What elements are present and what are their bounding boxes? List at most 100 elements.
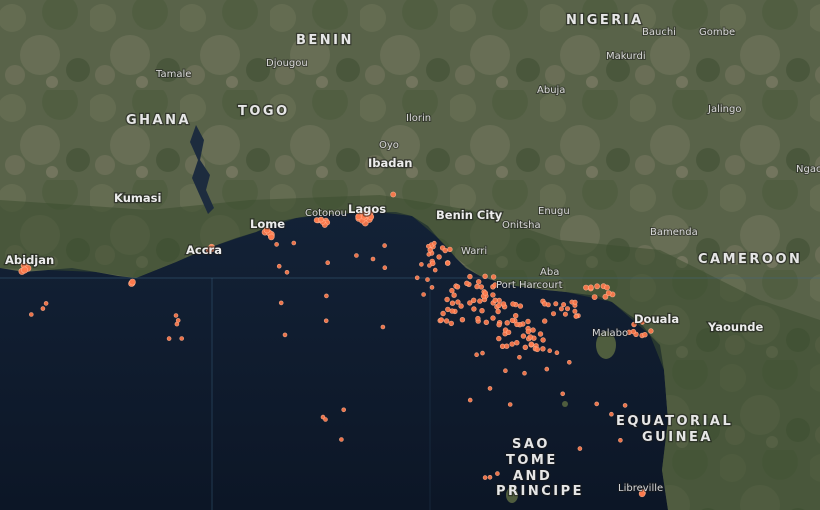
incident-marker[interactable] xyxy=(588,284,594,291)
incident-marker[interactable] xyxy=(480,350,485,356)
incident-marker[interactable] xyxy=(540,337,546,343)
incident-marker[interactable] xyxy=(594,401,600,407)
incident-marker[interactable] xyxy=(520,333,527,339)
incident-marker[interactable] xyxy=(274,242,279,247)
incident-marker[interactable] xyxy=(505,329,512,335)
incident-marker[interactable] xyxy=(474,352,479,358)
incident-marker[interactable] xyxy=(467,273,473,280)
incident-marker[interactable] xyxy=(454,284,461,290)
incident-marker[interactable] xyxy=(382,243,387,248)
incident-marker[interactable] xyxy=(380,324,386,330)
incident-marker[interactable] xyxy=(487,386,493,391)
incident-marker[interactable] xyxy=(445,306,451,313)
incident-marker[interactable] xyxy=(573,313,579,319)
incident-marker[interactable] xyxy=(504,320,510,326)
incident-marker[interactable] xyxy=(175,318,181,323)
incident-marker[interactable] xyxy=(572,308,578,314)
incident-marker[interactable] xyxy=(449,308,455,314)
incident-marker[interactable] xyxy=(451,292,457,298)
incident-marker[interactable] xyxy=(479,308,485,314)
incident-marker[interactable] xyxy=(537,331,544,337)
incident-marker[interactable] xyxy=(583,284,589,291)
incident-marker[interactable] xyxy=(534,346,540,353)
incident-marker[interactable] xyxy=(436,254,442,260)
incident-marker[interactable] xyxy=(609,411,614,417)
incident-marker[interactable] xyxy=(496,322,502,328)
incident-marker[interactable] xyxy=(562,311,568,317)
incident-marker[interactable] xyxy=(21,266,29,274)
incident-marker[interactable] xyxy=(496,302,502,309)
incident-marker[interactable] xyxy=(622,403,628,408)
incident-marker[interactable] xyxy=(540,346,546,352)
incident-marker[interactable] xyxy=(429,285,435,290)
incident-marker[interactable] xyxy=(558,306,564,312)
incident-marker[interactable] xyxy=(291,240,297,246)
incident-marker[interactable] xyxy=(509,341,515,347)
incident-marker[interactable] xyxy=(325,260,331,266)
incident-marker[interactable] xyxy=(564,306,570,312)
incident-marker[interactable] xyxy=(129,278,136,286)
incident-marker[interactable] xyxy=(442,247,448,254)
incident-marker[interactable] xyxy=(517,354,522,360)
incident-marker[interactable] xyxy=(425,277,430,282)
incident-marker[interactable] xyxy=(482,290,489,296)
incident-marker[interactable] xyxy=(444,296,450,303)
incident-marker[interactable] xyxy=(438,317,444,323)
incident-marker[interactable] xyxy=(545,302,551,308)
incident-marker[interactable] xyxy=(382,265,388,271)
incident-marker[interactable] xyxy=(341,407,347,413)
incident-marker[interactable] xyxy=(525,318,531,325)
incident-marker[interactable] xyxy=(594,283,600,290)
incident-marker[interactable] xyxy=(495,471,500,476)
incident-marker[interactable] xyxy=(492,297,498,303)
incident-marker[interactable] xyxy=(419,262,424,267)
incident-marker[interactable] xyxy=(445,260,451,266)
incident-marker[interactable] xyxy=(459,317,466,323)
incident-marker[interactable] xyxy=(267,233,275,241)
incident-marker[interactable] xyxy=(525,328,531,335)
incident-marker[interactable] xyxy=(522,370,527,376)
incident-marker[interactable] xyxy=(503,368,508,374)
incident-marker[interactable] xyxy=(507,402,513,407)
incident-marker[interactable] xyxy=(517,303,524,309)
incident-marker[interactable] xyxy=(28,312,34,317)
incident-marker[interactable] xyxy=(278,300,284,306)
incident-marker[interactable] xyxy=(527,334,534,340)
incident-marker[interactable] xyxy=(467,397,473,403)
incident-marker[interactable] xyxy=(390,191,397,198)
incident-marker[interactable] xyxy=(554,350,560,356)
incident-marker[interactable] xyxy=(509,317,516,324)
incident-marker[interactable] xyxy=(174,321,180,327)
incident-marker[interactable] xyxy=(414,275,420,281)
incident-marker[interactable] xyxy=(284,269,290,275)
incident-marker[interactable] xyxy=(449,300,456,306)
incident-marker[interactable] xyxy=(443,318,450,324)
incident-marker[interactable] xyxy=(514,321,520,328)
incident-marker[interactable] xyxy=(427,263,432,268)
incident-marker[interactable] xyxy=(448,320,454,327)
incident-marker[interactable] xyxy=(276,263,282,269)
incident-marker[interactable] xyxy=(476,279,482,285)
incident-marker[interactable] xyxy=(471,297,477,303)
incident-marker[interactable] xyxy=(591,294,598,300)
incident-marker[interactable] xyxy=(561,302,567,308)
incident-marker[interactable] xyxy=(447,246,453,253)
incident-marker[interactable] xyxy=(324,293,329,299)
incident-marker[interactable] xyxy=(560,391,566,397)
incident-marker[interactable] xyxy=(471,306,477,312)
incident-marker[interactable] xyxy=(487,474,493,480)
incident-marker[interactable] xyxy=(426,252,432,257)
incident-marker[interactable] xyxy=(496,335,502,342)
incident-marker[interactable] xyxy=(544,366,550,372)
incident-marker[interactable] xyxy=(323,318,329,324)
incident-marker[interactable] xyxy=(547,348,553,354)
satellite-map[interactable]: NIGERIA BENIN TOGO GHANA CAMEROON EQUATO… xyxy=(0,0,820,510)
incident-marker[interactable] xyxy=(173,313,179,318)
incident-marker[interactable] xyxy=(550,311,556,317)
incident-marker[interactable] xyxy=(432,267,438,273)
incident-marker[interactable] xyxy=(618,437,623,443)
incident-marker[interactable] xyxy=(421,292,426,297)
incident-marker[interactable] xyxy=(530,327,536,333)
incident-marker[interactable] xyxy=(478,284,484,290)
incident-marker[interactable] xyxy=(490,315,496,321)
